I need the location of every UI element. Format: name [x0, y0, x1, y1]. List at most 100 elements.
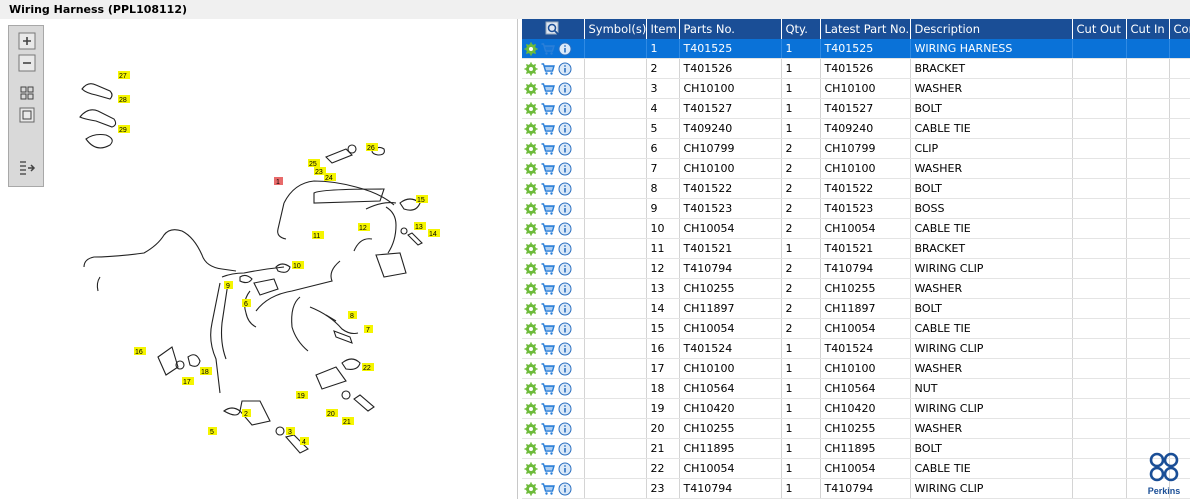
cart-icon[interactable]: [541, 342, 555, 356]
gear-icon[interactable]: [524, 242, 538, 256]
info-icon[interactable]: [558, 102, 572, 116]
gear-icon[interactable]: [524, 122, 538, 136]
cart-icon[interactable]: [541, 242, 555, 256]
table-row[interactable]: 22 CH10054 1 CH10054 CABLE TIE: [522, 458, 1190, 479]
table-row[interactable]: 10 CH10054 2 CH10054 CABLE TIE: [522, 218, 1190, 239]
gear-icon[interactable]: [524, 302, 538, 316]
cart-icon[interactable]: [541, 422, 555, 436]
gear-icon[interactable]: [524, 222, 538, 236]
table-row[interactable]: 4 T401527 1 T401527 BOLT: [522, 98, 1190, 119]
cart-icon[interactable]: [541, 382, 555, 396]
info-icon[interactable]: [558, 42, 572, 56]
cart-icon[interactable]: [541, 222, 555, 236]
column-header-item[interactable]: Item: [646, 19, 680, 39]
gear-icon[interactable]: [524, 182, 538, 196]
table-row[interactable]: 11 T401521 1 T401521 BRACKET: [522, 238, 1190, 259]
gear-icon[interactable]: [524, 342, 538, 356]
gear-icon[interactable]: [524, 322, 538, 336]
info-icon[interactable]: [558, 482, 572, 496]
info-icon[interactable]: [558, 162, 572, 176]
cart-icon[interactable]: [541, 462, 555, 476]
column-header-cut-in[interactable]: Cut In: [1126, 19, 1170, 39]
info-icon[interactable]: [558, 442, 572, 456]
column-header-parts-no[interactable]: Parts No.: [679, 19, 782, 39]
info-icon[interactable]: [558, 342, 572, 356]
info-icon[interactable]: [558, 382, 572, 396]
diagram-pane[interactable]: 1 2 3 4 5 6 7 8 9 10 11 12 13 14 15 16 1…: [4, 19, 518, 499]
info-icon[interactable]: [558, 402, 572, 416]
table-row[interactable]: 8 T401522 2 T401522 BOLT: [522, 178, 1190, 199]
fit-all-icon[interactable]: [18, 84, 36, 102]
cart-icon[interactable]: [541, 262, 555, 276]
info-icon[interactable]: [558, 182, 572, 196]
frame-icon[interactable]: [18, 106, 36, 124]
gear-icon[interactable]: [524, 442, 538, 456]
cart-icon[interactable]: [541, 42, 555, 56]
column-header-description[interactable]: Description: [910, 19, 1073, 39]
column-header-latest-part-no[interactable]: Latest Part No.: [820, 19, 911, 39]
table-row[interactable]: 23 T410794 1 T410794 WIRING CLIP: [522, 478, 1190, 499]
export-list-icon[interactable]: [18, 158, 36, 176]
cart-icon[interactable]: [541, 282, 555, 296]
info-icon[interactable]: [558, 202, 572, 216]
info-icon[interactable]: [558, 362, 572, 376]
zoom-out-icon[interactable]: [18, 54, 36, 72]
cart-icon[interactable]: [541, 202, 555, 216]
table-row[interactable]: 7 CH10100 2 CH10100 WASHER: [522, 158, 1190, 179]
gear-icon[interactable]: [524, 362, 538, 376]
table-row[interactable]: 17 CH10100 1 CH10100 WASHER: [522, 358, 1190, 379]
table-row[interactable]: 20 CH10255 1 CH10255 WASHER: [522, 418, 1190, 439]
gear-icon[interactable]: [524, 282, 538, 296]
gear-icon[interactable]: [524, 142, 538, 156]
gear-icon[interactable]: [524, 382, 538, 396]
gear-icon[interactable]: [524, 202, 538, 216]
cart-icon[interactable]: [541, 182, 555, 196]
info-icon[interactable]: [558, 62, 572, 76]
table-row[interactable]: 5 T409240 1 T409240 CABLE TIE: [522, 118, 1190, 139]
table-row[interactable]: 2 T401526 1 T401526 BRACKET: [522, 58, 1190, 79]
column-header-cut-out[interactable]: Cut Out: [1072, 19, 1127, 39]
cart-icon[interactable]: [541, 102, 555, 116]
table-row[interactable]: 14 CH11897 2 CH11897 BOLT: [522, 298, 1190, 319]
table-row[interactable]: 18 CH10564 1 CH10564 NUT: [522, 378, 1190, 399]
search-list-icon[interactable]: [526, 21, 580, 37]
info-icon[interactable]: [558, 262, 572, 276]
info-icon[interactable]: [558, 422, 572, 436]
column-header-actions[interactable]: [522, 19, 585, 39]
cart-icon[interactable]: [541, 142, 555, 156]
cart-icon[interactable]: [541, 62, 555, 76]
table-row[interactable]: 21 CH11895 1 CH11895 BOLT: [522, 438, 1190, 459]
cart-icon[interactable]: [541, 442, 555, 456]
cart-icon[interactable]: [541, 122, 555, 136]
cart-icon[interactable]: [541, 302, 555, 316]
table-row[interactable]: 9 T401523 2 T401523 BOSS: [522, 198, 1190, 219]
column-header-symbols[interactable]: Symbol(s): [584, 19, 647, 39]
column-header-qty[interactable]: Qty.: [781, 19, 821, 39]
table-row[interactable]: 19 CH10420 1 CH10420 WIRING CLIP: [522, 398, 1190, 419]
gear-icon[interactable]: [524, 402, 538, 416]
zoom-in-icon[interactable]: [18, 32, 36, 50]
info-icon[interactable]: [558, 82, 572, 96]
table-row[interactable]: 1 T401525 1 T401525 WIRING HARNESS: [522, 39, 1190, 59]
cart-icon[interactable]: [541, 82, 555, 96]
gear-icon[interactable]: [524, 262, 538, 276]
table-row[interactable]: 6 CH10799 2 CH10799 CLIP: [522, 138, 1190, 159]
table-row[interactable]: 3 CH10100 1 CH10100 WASHER: [522, 78, 1190, 99]
gear-icon[interactable]: [524, 422, 538, 436]
table-row[interactable]: 12 T410794 2 T410794 WIRING CLIP: [522, 258, 1190, 279]
info-icon[interactable]: [558, 142, 572, 156]
gear-icon[interactable]: [524, 62, 538, 76]
info-icon[interactable]: [558, 462, 572, 476]
column-header-comment[interactable]: Comment: [1169, 19, 1190, 39]
cart-icon[interactable]: [541, 362, 555, 376]
table-row[interactable]: 13 CH10255 2 CH10255 WASHER: [522, 278, 1190, 299]
gear-icon[interactable]: [524, 82, 538, 96]
gear-icon[interactable]: [524, 162, 538, 176]
info-icon[interactable]: [558, 222, 572, 236]
info-icon[interactable]: [558, 122, 572, 136]
info-icon[interactable]: [558, 302, 572, 316]
exploded-parts-diagram[interactable]: 1 2 3 4 5 6 7 8 9 10 11 12 13 14 15 16 1…: [54, 39, 454, 469]
cart-icon[interactable]: [541, 162, 555, 176]
info-icon[interactable]: [558, 282, 572, 296]
table-row[interactable]: 16 T401524 1 T401524 WIRING CLIP: [522, 338, 1190, 359]
